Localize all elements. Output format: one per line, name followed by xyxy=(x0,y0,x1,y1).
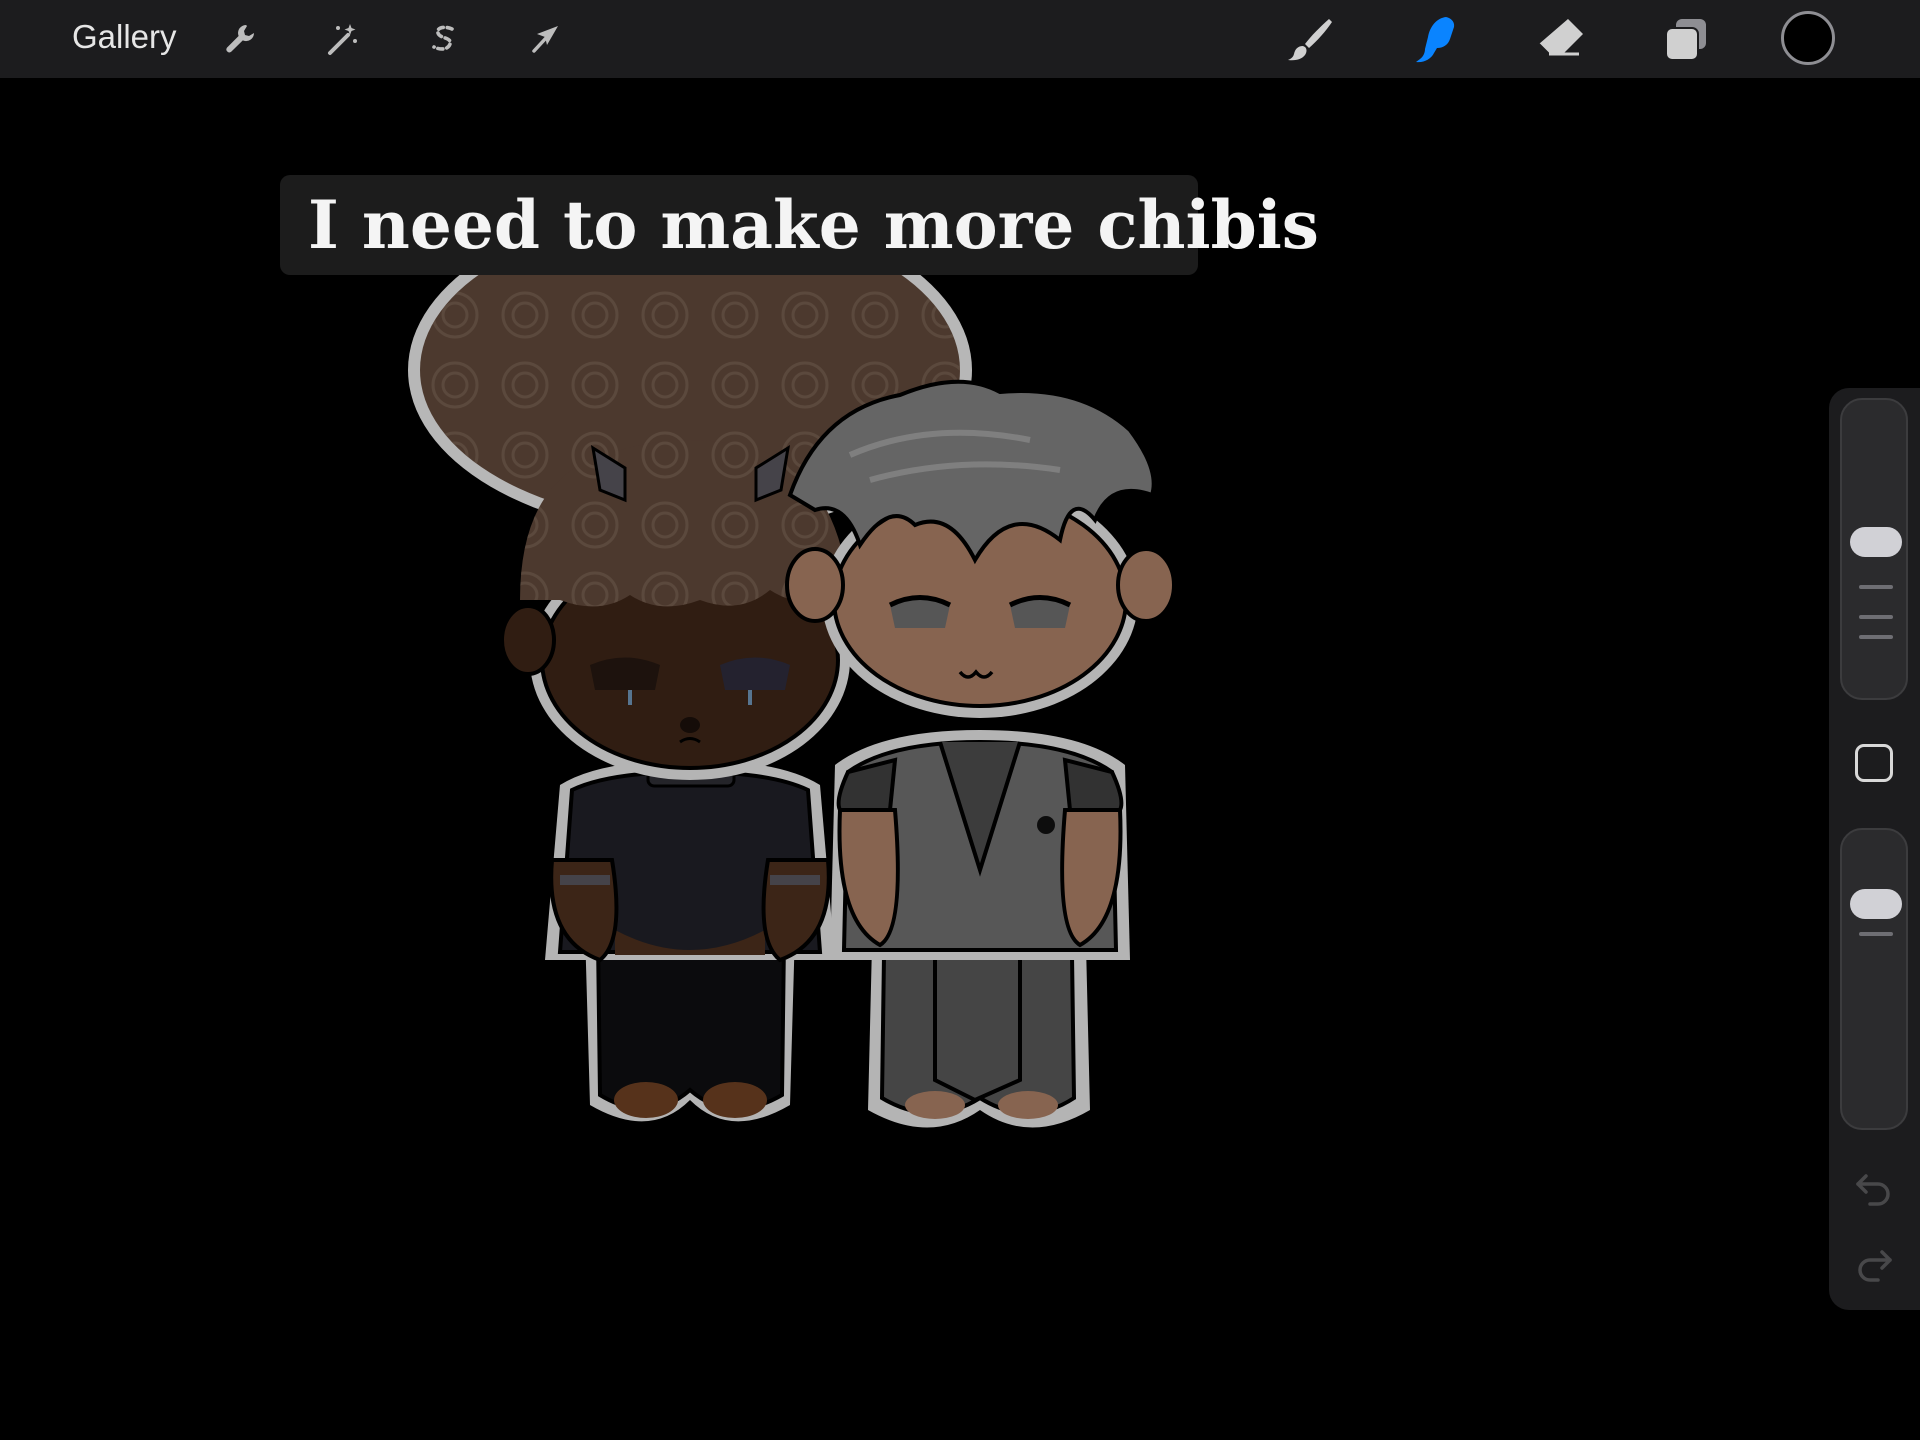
undo-icon[interactable] xyxy=(1852,1168,1896,1208)
modify-square-icon[interactable] xyxy=(1855,744,1893,782)
slider-tick xyxy=(1859,635,1893,639)
opacity-slider[interactable] xyxy=(1840,828,1908,1130)
color-picker-button[interactable] xyxy=(1781,11,1835,65)
caption-text: I need to make more chibis xyxy=(280,175,1319,275)
magic-wand-icon[interactable] xyxy=(314,13,370,65)
brush-size-knob[interactable] xyxy=(1850,527,1902,557)
smudge-finger-icon[interactable] xyxy=(1408,13,1464,65)
brush-icon[interactable] xyxy=(1283,13,1339,65)
drawing-canvas[interactable]: I need to make more chibis xyxy=(0,78,1920,1440)
chibi-artwork xyxy=(0,78,1920,1440)
opacity-knob[interactable] xyxy=(1850,889,1902,919)
redo-icon[interactable] xyxy=(1852,1244,1896,1284)
arrow-cursor-icon[interactable] xyxy=(518,13,574,65)
wrench-icon[interactable] xyxy=(212,13,268,65)
layers-icon[interactable] xyxy=(1658,13,1714,65)
slider-tick xyxy=(1859,932,1893,936)
slider-tick xyxy=(1859,615,1893,619)
gallery-button[interactable]: Gallery xyxy=(72,18,177,56)
brush-size-slider[interactable] xyxy=(1840,398,1908,700)
eraser-icon[interactable] xyxy=(1533,13,1589,65)
slider-tick xyxy=(1859,585,1893,589)
top-toolbar: Gallery xyxy=(0,0,1920,78)
selection-s-icon[interactable] xyxy=(416,13,472,65)
